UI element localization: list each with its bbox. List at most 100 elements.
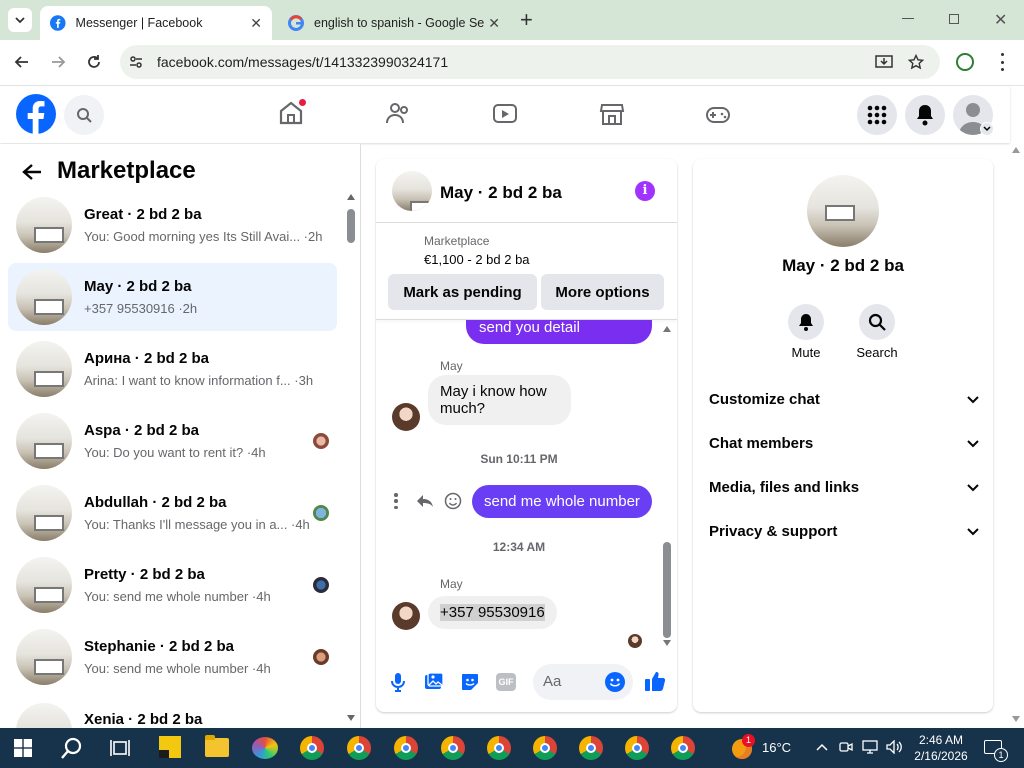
- react-emoji-icon[interactable]: [444, 492, 462, 510]
- install-app-icon[interactable]: [875, 54, 893, 70]
- page-scroll-down-arrow[interactable]: [1012, 716, 1020, 722]
- photo-icon[interactable]: [424, 672, 444, 692]
- page-scroll-up-arrow[interactable]: [1012, 147, 1020, 153]
- listing-price[interactable]: €1,100 - 2 bd 2 ba: [424, 252, 530, 267]
- network-icon[interactable]: [862, 740, 878, 754]
- notification-dot: [298, 98, 307, 107]
- message-more-icon[interactable]: [394, 493, 398, 509]
- mark-as-pending-button[interactable]: Mark as pending: [388, 274, 537, 310]
- conversation-item[interactable]: Pretty · 2 bd 2 ba You: send me whole num…: [8, 551, 337, 619]
- conversation-item[interactable]: Xenia · 2 bd 2 ba: [8, 695, 337, 729]
- window-close-icon[interactable]: ✕: [994, 10, 1007, 30]
- new-tab-icon[interactable]: +: [520, 9, 533, 31]
- sticker-icon[interactable]: [460, 672, 480, 692]
- mute-button[interactable]: [788, 304, 824, 340]
- clock[interactable]: 2:46 AM 2/16/2026: [908, 732, 974, 764]
- conversation-item-selected[interactable]: May · 2 bd 2 ba +357 95530916 ·2h: [8, 263, 337, 331]
- privacy-support-section[interactable]: Privacy & support: [709, 523, 979, 540]
- incoming-message-phone[interactable]: +357 95530916: [428, 596, 557, 629]
- search-in-chat-button[interactable]: [859, 304, 895, 340]
- site-info-icon[interactable]: [128, 54, 144, 70]
- reload-icon[interactable]: [86, 54, 102, 70]
- chat-scroll-down-arrow[interactable]: [663, 640, 671, 646]
- conversation-item[interactable]: Aspa · 2 bd 2 ba You: Do you want to rent…: [8, 407, 337, 475]
- tab-search-button[interactable]: [8, 8, 32, 32]
- bookmark-star-icon[interactable]: [908, 54, 924, 70]
- conversation-item[interactable]: Stephanie · 2 bd 2 ba You: send me whole …: [8, 623, 337, 691]
- minimize-icon[interactable]: [902, 18, 914, 19]
- phone-number[interactable]: +357 95530916: [440, 604, 545, 621]
- taskbar-search-icon[interactable]: [60, 736, 84, 760]
- emoji-icon[interactable]: [605, 672, 625, 692]
- sender-avatar[interactable]: [392, 602, 420, 630]
- restore-icon[interactable]: [949, 14, 959, 24]
- facebook-logo-icon[interactable]: [16, 94, 56, 134]
- sender-avatar[interactable]: [392, 403, 420, 431]
- outgoing-message[interactable]: send you detail: [466, 320, 652, 344]
- chrome-icon[interactable]: [441, 736, 465, 760]
- file-explorer-icon[interactable]: [205, 735, 229, 757]
- tab-google[interactable]: english to spanish - Google Sea ✕: [278, 6, 510, 40]
- menu-button[interactable]: [857, 95, 897, 135]
- like-thumbs-up-icon[interactable]: [644, 670, 666, 692]
- chrome-icon[interactable]: [300, 736, 324, 760]
- task-view-icon[interactable]: [110, 738, 130, 758]
- scroll-up-arrow[interactable]: [347, 194, 355, 200]
- chrome-icon[interactable]: [625, 736, 649, 760]
- windows-start-icon[interactable]: [14, 739, 32, 757]
- incoming-message[interactable]: May i know how much?: [428, 375, 571, 425]
- notifications-button[interactable]: [905, 95, 945, 135]
- chat-title[interactable]: May · 2 bd 2 ba: [440, 183, 562, 203]
- meet-now-icon[interactable]: [839, 740, 853, 754]
- scroll-down-arrow[interactable]: [347, 715, 355, 721]
- marketplace-nav[interactable]: [599, 102, 625, 126]
- sticky-notes-icon[interactable]: [159, 736, 181, 758]
- weather-widget[interactable]: 1 16°C: [730, 734, 800, 762]
- chat-avatar[interactable]: [392, 171, 432, 211]
- listing-thumbnail: [16, 703, 72, 729]
- conversation-info-icon[interactable]: i: [635, 181, 655, 201]
- profile-icon[interactable]: [956, 53, 974, 71]
- chrome-icon[interactable]: [394, 736, 418, 760]
- chat-members-section[interactable]: Chat members: [709, 435, 979, 452]
- conversation-item[interactable]: Great · 2 bd 2 ba You: Good morning yes I…: [8, 191, 337, 259]
- scrollbar-thumb[interactable]: [347, 209, 355, 243]
- tab-messenger[interactable]: Messenger | Facebook ✕: [40, 6, 272, 40]
- search-facebook-button[interactable]: [64, 95, 104, 135]
- address-bar[interactable]: facebook.com/messages/t/1413323990324171: [120, 45, 940, 79]
- media-files-links-section[interactable]: Media, files and links: [709, 479, 979, 496]
- reply-icon[interactable]: [416, 493, 434, 509]
- account-chevron-icon[interactable]: [980, 122, 994, 136]
- customize-chat-section[interactable]: Customize chat: [709, 391, 979, 408]
- conversation-item[interactable]: Арина · 2 bd 2 ba Arina: I want to know i…: [8, 335, 337, 403]
- friends-nav[interactable]: [385, 101, 411, 125]
- gaming-nav[interactable]: [705, 104, 731, 126]
- chat-scrollbar-thumb[interactable]: [663, 542, 671, 638]
- back-arrow-icon[interactable]: [22, 163, 42, 181]
- home-nav[interactable]: [278, 98, 307, 126]
- chat-scroll-up-arrow[interactable]: [663, 326, 671, 332]
- list-scrollbar[interactable]: [343, 194, 357, 722]
- close-tab-icon[interactable]: ✕: [250, 15, 262, 32]
- browser-menu-icon[interactable]: [996, 53, 1008, 71]
- outgoing-message[interactable]: send me whole number: [472, 485, 652, 518]
- chrome-icon[interactable]: [347, 736, 371, 760]
- volume-icon[interactable]: [886, 740, 902, 754]
- gif-icon[interactable]: GIF: [496, 673, 516, 691]
- chrome-icon[interactable]: [533, 736, 557, 760]
- chrome-icon[interactable]: [579, 736, 603, 760]
- search-icon: [77, 108, 92, 123]
- message-input[interactable]: Aa: [533, 664, 633, 700]
- more-options-button[interactable]: More options: [541, 274, 664, 310]
- conversation-item[interactable]: Abdullah · 2 bd 2 ba You: Thanks I'll mes…: [8, 479, 337, 547]
- show-hidden-icons-chevron-icon[interactable]: [816, 743, 828, 751]
- video-nav[interactable]: [492, 102, 518, 126]
- chat-details-avatar[interactable]: [807, 175, 879, 247]
- chrome-icon[interactable]: [487, 736, 511, 760]
- microphone-icon[interactable]: [390, 672, 406, 692]
- forward-icon[interactable]: [50, 54, 66, 70]
- close-tab-icon[interactable]: ✕: [488, 15, 500, 32]
- back-icon[interactable]: [14, 54, 30, 70]
- chrome-icon[interactable]: [671, 736, 695, 760]
- paint-app-icon[interactable]: [252, 737, 278, 759]
